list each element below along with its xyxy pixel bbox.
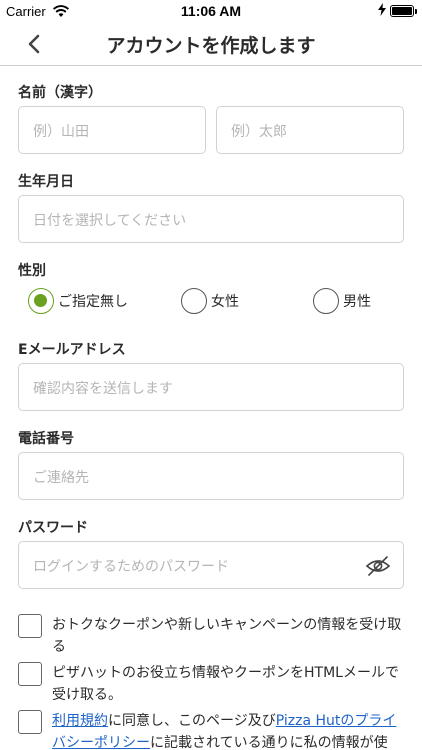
battery-icon bbox=[390, 5, 414, 17]
terms-agree-row[interactable]: 利用規約に同意し、このページ及びPizza Hutのプライバシーポリシーに記載さ… bbox=[18, 710, 408, 750]
password-placeholder: ログインするためのパスワード bbox=[33, 559, 229, 575]
last-name-placeholder: 例）山田 bbox=[33, 124, 89, 140]
birthday-placeholder: 日付を選択してください bbox=[33, 213, 187, 229]
email-placeholder: 確認内容を送信します bbox=[33, 381, 173, 397]
navigation-bar: アカウントを作成します bbox=[0, 22, 422, 66]
birthday-picker[interactable]: 日付を選択してください bbox=[18, 195, 404, 243]
eye-slash-icon[interactable] bbox=[365, 554, 391, 582]
gender-label: 性別 bbox=[18, 263, 46, 279]
coupon-opt-in-checkbox[interactable] bbox=[18, 614, 42, 638]
html-mail-opt-in-label: ピザハットのお役立ち情報やクーポンをHTMLメールで受け取る。 bbox=[52, 665, 399, 703]
gender-radio-male[interactable]: 男性 bbox=[313, 287, 371, 315]
email-label: Eメールアドレス bbox=[18, 342, 126, 358]
name-label: 名前（漢字） bbox=[18, 85, 102, 101]
status-bar: Carrier 11:06 AM bbox=[0, 0, 422, 22]
phone-input[interactable]: ご連絡先 bbox=[18, 452, 404, 500]
password-label: パスワード bbox=[18, 520, 88, 536]
gender-option-label: 男性 bbox=[343, 294, 371, 310]
clock: 11:06 AM bbox=[180, 3, 242, 19]
email-input[interactable]: 確認内容を送信します bbox=[18, 363, 404, 411]
terms-link[interactable]: 利用規約 bbox=[52, 713, 108, 729]
phone-placeholder: ご連絡先 bbox=[33, 470, 89, 486]
password-input[interactable]: ログインするためのパスワード bbox=[18, 541, 404, 589]
phone-label: 電話番号 bbox=[18, 431, 74, 447]
gender-radio-female[interactable]: 女性 bbox=[181, 287, 239, 315]
terms-text-mid: に同意し、このページ及び bbox=[108, 713, 276, 729]
radio-unselected-icon bbox=[313, 288, 339, 314]
html-mail-opt-in-row[interactable]: ピザハットのお役立ち情報やクーポンをHTMLメールで受け取る。 bbox=[18, 662, 408, 708]
page-title: アカウントを作成します bbox=[106, 35, 316, 57]
coupon-opt-in-label: おトクなクーポンや新しいキャンペーンの情報を受け取る bbox=[52, 617, 402, 655]
gender-option-label: ご指定無し bbox=[58, 294, 128, 310]
html-mail-opt-in-checkbox[interactable] bbox=[18, 662, 42, 686]
coupon-opt-in-row[interactable]: おトクなクーポンや新しいキャンペーンの情報を受け取る bbox=[18, 614, 408, 660]
terms-agree-checkbox[interactable] bbox=[18, 710, 42, 734]
birthday-label: 生年月日 bbox=[18, 174, 74, 190]
gender-radio-unspecified[interactable]: ご指定無し bbox=[28, 287, 128, 315]
radio-unselected-icon bbox=[181, 288, 207, 314]
terms-text-end: に記載されている通りに私の情報が使 bbox=[150, 735, 388, 750]
battery-cap bbox=[415, 9, 417, 14]
last-name-input[interactable]: 例）山田 bbox=[18, 106, 206, 154]
first-name-placeholder: 例）太郎 bbox=[231, 124, 287, 140]
charging-icon bbox=[378, 3, 386, 19]
terms-agree-label: 利用規約に同意し、このページ及びPizza Hutのプライバシーポリシーに記載さ… bbox=[52, 710, 408, 750]
radio-selected-icon bbox=[28, 288, 54, 314]
first-name-input[interactable]: 例）太郎 bbox=[216, 106, 404, 154]
gender-option-label: 女性 bbox=[211, 294, 239, 310]
